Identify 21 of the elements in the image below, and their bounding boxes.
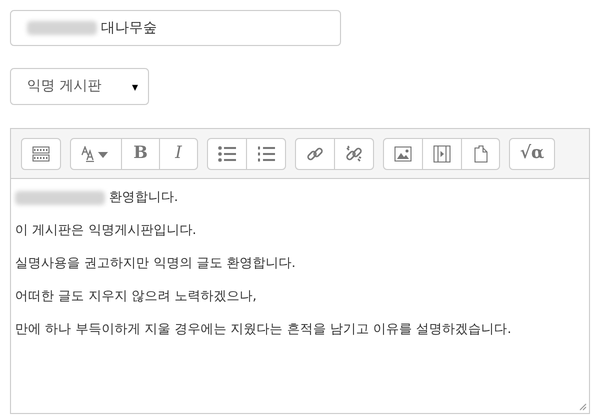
field-value: 대나무숲 bbox=[101, 18, 157, 38]
editor-line: 만에 하나 부득이하게 지울 경우에는 지웠다는 흔적을 남기고 이유를 설명하겠습니다. bbox=[15, 320, 512, 339]
toolbar-button[interactable]: √α bbox=[510, 138, 554, 168]
toolbar-button[interactable]: I bbox=[159, 138, 197, 168]
editor-line: 어떠한 글도 지우지 않으려 노력하겠으나, bbox=[15, 288, 257, 306]
resize-handle-icon[interactable] bbox=[579, 403, 587, 411]
editor-line: 실명사용을 권고하지만 익명의 글도 환영합니다. bbox=[15, 254, 296, 273]
editor-text-area[interactable]: 환영합니다. 이 게시판은 익명게시판입니다. 실명사용을 권고하지만 익명의 글도 환영합니다. 어떠한 글도 지우지 않으려 노력하겠으나, 만에 하나 부득이하게 지울 경우에는 지웠다는 흔적을 남기고 이유를 설명하겠습니다. bbox=[11, 179, 589, 413]
font-style-icon bbox=[81, 146, 111, 162]
editor-line: 환영합니다. bbox=[109, 188, 178, 207]
name-input-field[interactable]: 대나무숲 bbox=[10, 10, 341, 46]
toolbar-toggle-icon bbox=[32, 146, 50, 162]
toolbar-button[interactable]: B bbox=[121, 138, 159, 168]
file-icon bbox=[474, 144, 488, 162]
editor-line: 이 게시판은 익명게시판입니다. bbox=[15, 222, 196, 240]
board-select[interactable]: 익명 게시판 ▾ bbox=[10, 68, 149, 105]
unlink-icon bbox=[345, 144, 363, 162]
bullet-list-icon bbox=[218, 146, 236, 162]
numbered-list-icon bbox=[257, 146, 275, 162]
video-icon bbox=[433, 144, 451, 162]
image-icon bbox=[394, 146, 412, 162]
